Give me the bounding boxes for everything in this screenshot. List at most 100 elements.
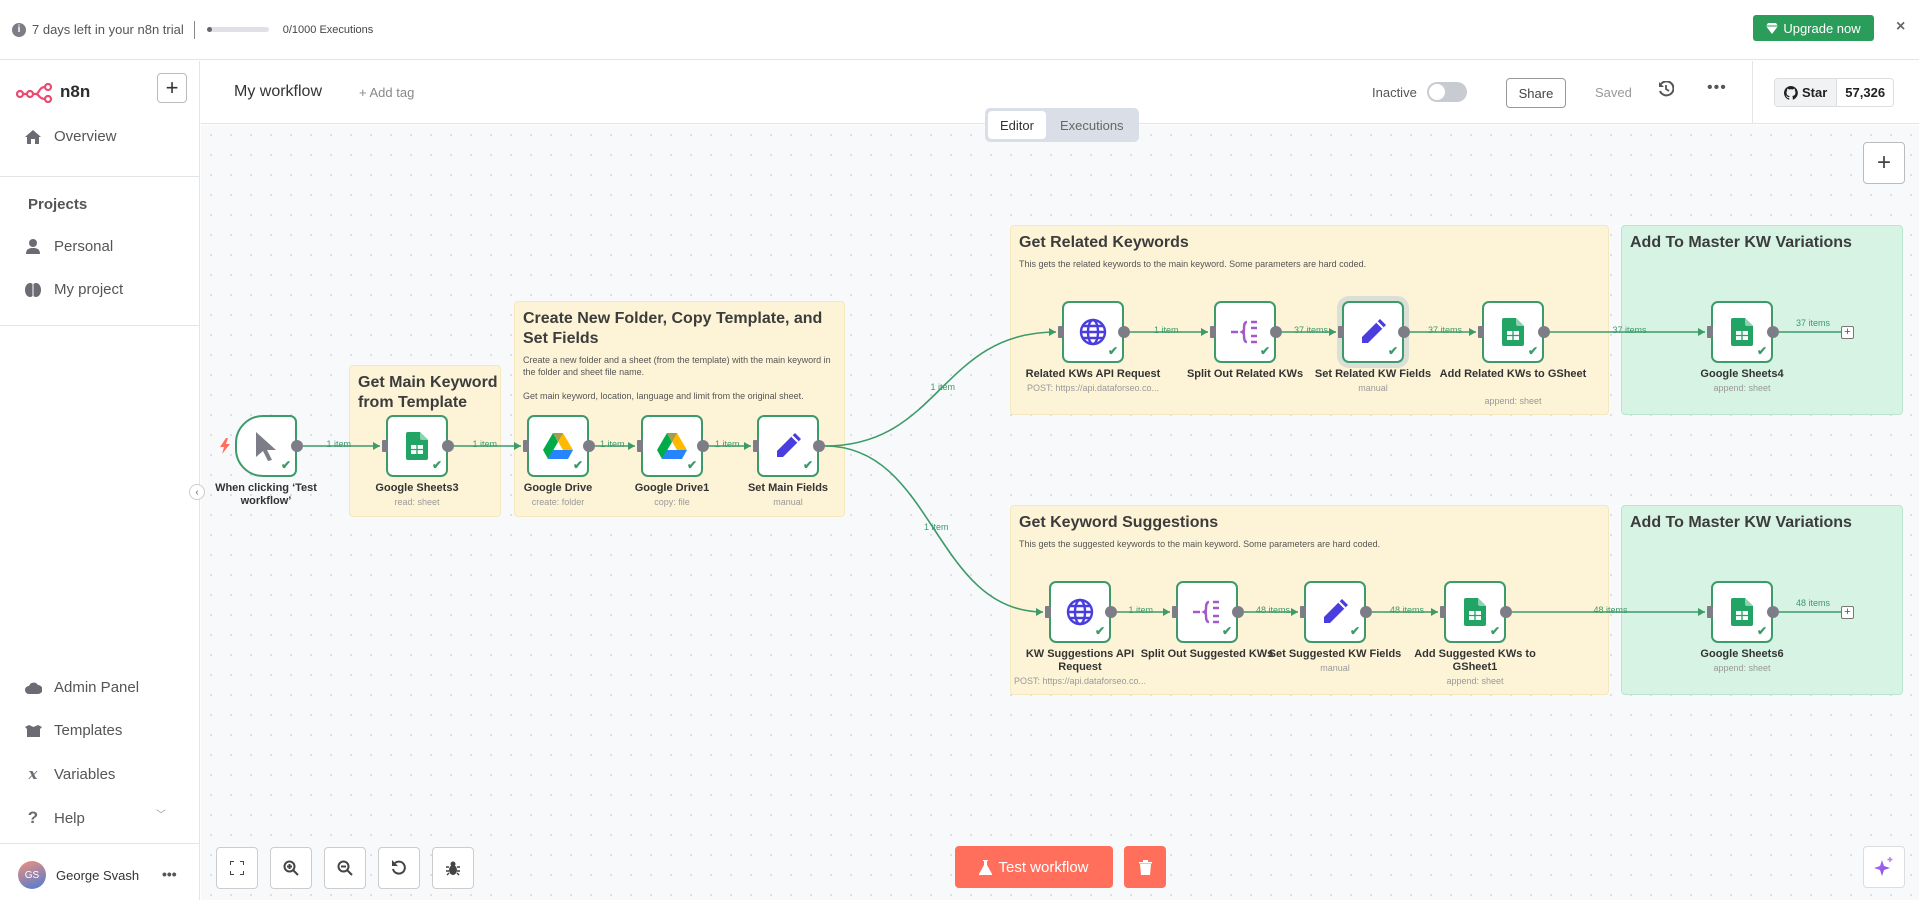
sidebar-item-variables[interactable]: x Variables xyxy=(24,765,116,783)
github-star-label: Star xyxy=(1802,85,1828,100)
upgrade-now-button[interactable]: Upgrade now xyxy=(1753,15,1874,41)
sidebar-divider xyxy=(0,176,199,177)
reset-zoom-button[interactable] xyxy=(378,847,420,889)
input-handle[interactable] xyxy=(1300,606,1306,618)
input-handle[interactable] xyxy=(523,440,529,452)
node-name: Set Main Fields xyxy=(747,482,829,494)
input-handle[interactable] xyxy=(637,440,643,452)
workflow-node[interactable]: ✔ xyxy=(1210,301,1282,363)
output-handle[interactable] xyxy=(1232,606,1244,618)
workflow-name[interactable]: My workflow xyxy=(234,83,322,101)
github-star-button[interactable]: Star xyxy=(1775,79,1838,106)
input-handle[interactable] xyxy=(1210,326,1216,338)
output-handle[interactable] xyxy=(291,440,303,452)
input-handle[interactable] xyxy=(1707,606,1713,618)
workflow-node[interactable]: ✔ xyxy=(637,415,709,477)
output-handle[interactable] xyxy=(1270,326,1282,338)
workflow-node[interactable]: ✔ xyxy=(523,415,595,477)
sidebar-item-admin-panel[interactable]: Admin Panel xyxy=(24,679,139,696)
connection-item-count: 48 items xyxy=(1390,605,1425,615)
output-handle[interactable] xyxy=(442,440,454,452)
workflow-node[interactable]: ✔ xyxy=(1707,581,1779,643)
debug-button[interactable] xyxy=(432,847,474,889)
input-handle[interactable] xyxy=(753,440,759,452)
output-handle[interactable] xyxy=(583,440,595,452)
output-handle[interactable] xyxy=(1398,326,1410,338)
output-handle[interactable] xyxy=(697,440,709,452)
input-handle[interactable] xyxy=(1478,326,1484,338)
sticky-title: Get Main Keyword from Template xyxy=(358,374,498,411)
input-handle[interactable] xyxy=(1058,326,1064,338)
sidebar-item-templates[interactable]: Templates xyxy=(24,722,122,739)
ask-ai-button[interactable] xyxy=(1863,846,1905,888)
output-handle[interactable] xyxy=(1767,606,1779,618)
output-handle[interactable] xyxy=(1538,326,1550,338)
workflow-node[interactable]: ✔ xyxy=(1707,301,1779,363)
add-tag-button[interactable]: + Add tag xyxy=(359,85,414,100)
workflow-node[interactable]: ✔ xyxy=(382,415,454,477)
input-handle[interactable] xyxy=(1707,326,1713,338)
zoom-out-icon xyxy=(337,860,353,876)
add-node-button[interactable]: + xyxy=(1863,142,1905,184)
output-handle[interactable] xyxy=(813,440,825,452)
clear-execution-button[interactable] xyxy=(1124,846,1166,888)
workflow-node[interactable]: ✔ xyxy=(1300,581,1372,643)
workflow-node[interactable]: ✔ xyxy=(1172,581,1244,643)
sidebar-divider xyxy=(0,843,199,844)
zoom-to-fit-button[interactable] xyxy=(216,847,258,889)
sidebar-item-my-project[interactable]: My project xyxy=(24,281,123,298)
sidebar-item-overview[interactable]: Overview xyxy=(24,128,117,145)
output-handle[interactable] xyxy=(1500,606,1512,618)
workflow-node[interactable]: ✔ xyxy=(235,415,303,477)
input-handle[interactable] xyxy=(1338,326,1344,338)
output-handle[interactable] xyxy=(1360,606,1372,618)
github-star-widget[interactable]: Star 57,326 xyxy=(1774,78,1895,107)
share-button[interactable]: Share xyxy=(1506,78,1566,108)
input-handle[interactable] xyxy=(382,440,388,452)
sidebar-item-personal[interactable]: Personal xyxy=(24,238,113,255)
workflow-node[interactable]: ✔ xyxy=(1478,301,1550,363)
zoom-in-button[interactable] xyxy=(270,847,312,889)
add-next-node-button[interactable]: + xyxy=(1841,606,1854,619)
input-handle[interactable] xyxy=(1172,606,1178,618)
output-handle[interactable] xyxy=(1118,326,1130,338)
success-check-icon: ✔ xyxy=(1349,624,1360,638)
flask-icon xyxy=(979,859,993,875)
output-handle[interactable] xyxy=(1767,326,1779,338)
fullscreen-icon xyxy=(230,861,244,875)
input-handle[interactable] xyxy=(1440,606,1446,618)
sidebar-item-help[interactable]: ? Help ﹀ xyxy=(24,808,166,828)
user-profile[interactable]: GS George Svash xyxy=(18,861,139,889)
workflow-node[interactable]: ✔ xyxy=(753,415,825,477)
workflow-node[interactable]: ✔ xyxy=(1338,301,1410,363)
add-next-node-button[interactable]: + xyxy=(1841,326,1854,339)
success-check-icon: ✔ xyxy=(1221,624,1232,638)
trigger-bolt-icon xyxy=(220,438,230,454)
create-new-button[interactable]: + xyxy=(157,73,187,103)
user-menu-button[interactable]: ••• xyxy=(162,866,177,882)
brand-name: n8n xyxy=(60,82,91,101)
workflow-node[interactable]: ✔ xyxy=(1058,301,1130,363)
trial-banner: i 7 days left in your n8n trial 0/1000 E… xyxy=(0,0,1919,60)
test-workflow-label: Test workflow xyxy=(998,858,1089,876)
more-options-button[interactable]: ••• xyxy=(1707,79,1727,97)
workflow-node[interactable]: ✔ xyxy=(1045,581,1117,643)
tab-editor[interactable]: Editor xyxy=(988,111,1046,139)
node-name: Related KWs API Request xyxy=(1025,368,1161,380)
active-toggle[interactable] xyxy=(1427,82,1467,102)
close-icon[interactable]: × xyxy=(1896,18,1905,36)
collapse-sidebar-icon[interactable]: ‹ xyxy=(189,484,205,500)
input-handle[interactable] xyxy=(1045,606,1051,618)
output-handle[interactable] xyxy=(1105,606,1117,618)
n8n-logo[interactable]: n8n xyxy=(16,81,90,103)
workflow-node[interactable]: ✔ xyxy=(1440,581,1512,643)
user-name: George Svash xyxy=(56,867,140,883)
trial-text: 7 days left in your n8n trial xyxy=(32,22,184,37)
connection-item-count: 48 items xyxy=(1796,598,1831,608)
test-workflow-button[interactable]: Test workflow xyxy=(955,846,1113,888)
tab-executions[interactable]: Executions xyxy=(1048,111,1136,139)
success-check-icon: ✔ xyxy=(1756,624,1767,638)
zoom-out-button[interactable] xyxy=(324,847,366,889)
node-name: Set Suggested KW Fields xyxy=(1268,648,1402,660)
history-icon[interactable] xyxy=(1658,80,1675,102)
